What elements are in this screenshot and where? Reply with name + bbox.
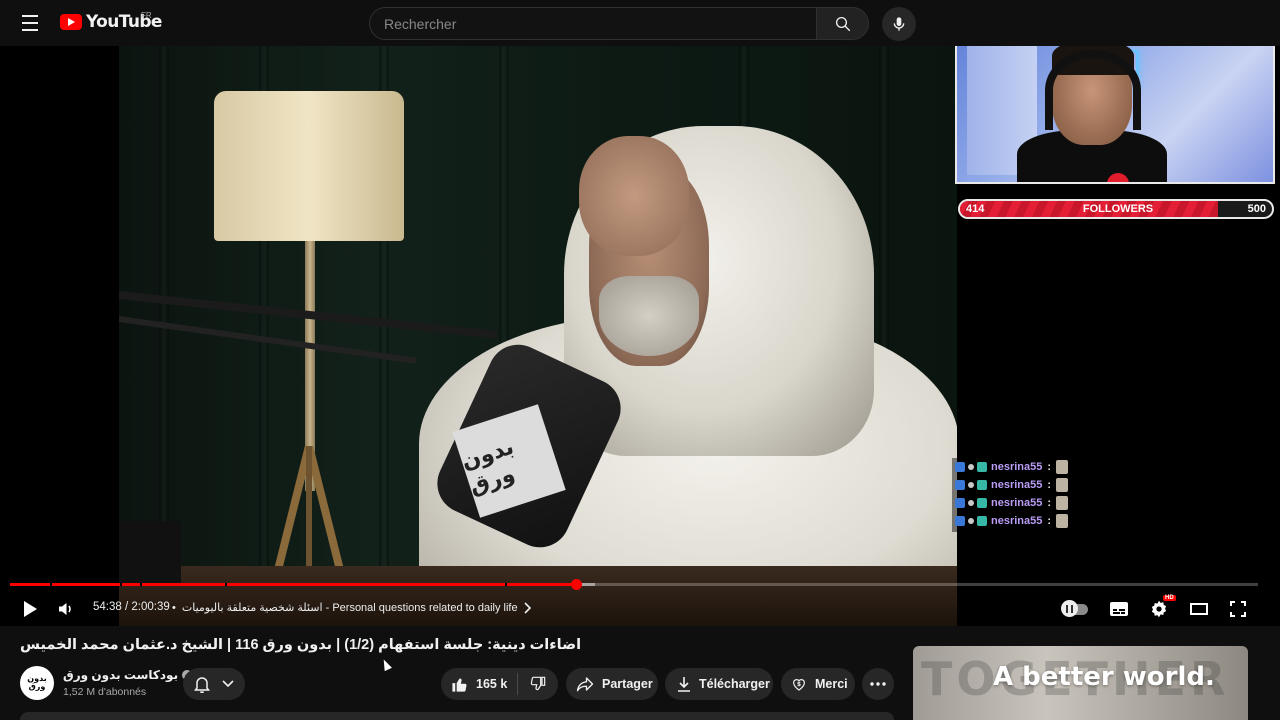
followers-label: FOLLOWERS — [1082, 203, 1154, 215]
download-label: Télécharger — [699, 677, 770, 691]
hd-badge: HD — [1163, 595, 1176, 601]
player-controls: 54:38 / 2:00:39 • اسئلة شخصية متعلقة بال… — [0, 591, 1280, 626]
chevron-right-icon — [524, 601, 531, 614]
channel-name-link[interactable]: بودكاست بدون ورق ✓ — [63, 668, 193, 682]
badge-icon — [977, 462, 987, 472]
svg-text:$: $ — [797, 681, 801, 688]
followers-goal: 500 — [1247, 203, 1266, 215]
subscription-notification-button[interactable] — [183, 668, 245, 700]
play-icon — [24, 601, 37, 617]
dislike-button[interactable] — [518, 668, 558, 700]
emote-icon — [1056, 460, 1069, 474]
like-count: 165 k — [476, 677, 508, 691]
chevron-down-icon — [222, 680, 234, 688]
description-box[interactable] — [20, 712, 894, 720]
chat-username: nesrina55 — [991, 515, 1043, 527]
subtitles-button[interactable] — [1106, 595, 1132, 623]
video-title: اضاءات دينية: جلسة استفهام (1/2) | بدون … — [20, 637, 582, 653]
badge-icon — [955, 498, 965, 508]
badge-icon — [977, 516, 987, 526]
headset-icon — [1045, 50, 1141, 130]
chat-username: nesrina55 — [991, 497, 1043, 509]
more-actions-button[interactable] — [862, 668, 894, 700]
played-bar — [10, 583, 576, 586]
masthead: YouTube FR — [0, 0, 1280, 46]
thumbs-down-icon — [530, 676, 546, 691]
country-code: FR — [141, 11, 152, 20]
chat-overlay: nesrina55 : nesrina55 : nesrina55 : nesr… — [952, 458, 1280, 532]
chat-message: nesrina55 : — [955, 513, 1069, 529]
fullscreen-icon — [1230, 601, 1246, 617]
emote-icon — [1056, 514, 1069, 528]
search-button[interactable] — [816, 7, 869, 40]
theater-mode-button[interactable] — [1186, 595, 1212, 623]
like-dislike-group: 165 k — [441, 668, 558, 700]
thanks-button[interactable]: $ Merci — [781, 668, 855, 700]
channel-avatar[interactable]: بدون ورق — [20, 666, 54, 700]
share-icon — [576, 677, 594, 692]
menu-icon[interactable] — [16, 9, 44, 37]
channel-name: بودكاست بدون ورق — [63, 668, 179, 682]
mouse-cursor-icon — [380, 657, 392, 672]
badge-icon — [955, 462, 965, 472]
dot-separator: • — [172, 601, 176, 614]
time-display: 54:38 / 2:00:39 — [93, 601, 170, 613]
gear-icon — [1151, 600, 1167, 618]
video-frame[interactable]: بدون ورق — [119, 46, 957, 626]
scrubber-handle[interactable] — [570, 579, 582, 590]
emote-icon — [1056, 478, 1069, 492]
followers-goal-bar: 414 FOLLOWERS 500 — [958, 199, 1274, 219]
volume-icon — [59, 603, 71, 615]
bell-icon — [194, 677, 210, 693]
share-button[interactable]: Partager — [566, 668, 658, 700]
chat-username: nesrina55 — [991, 479, 1043, 491]
search-input[interactable] — [369, 7, 816, 40]
subtitles-icon — [1110, 602, 1128, 616]
lamp — [214, 91, 404, 241]
download-icon — [678, 677, 690, 692]
chat-message: nesrina55 : — [955, 477, 1069, 493]
progress-bar[interactable] — [10, 579, 1258, 590]
sidebar-ad[interactable]: TOGETHER A better world. — [913, 646, 1248, 720]
subscriber-count: 1,52 M d'abonnés — [63, 686, 147, 698]
super-thanks-icon: $ — [793, 679, 805, 691]
download-button[interactable]: Télécharger — [665, 668, 773, 700]
search-box — [369, 7, 869, 40]
mute-button[interactable] — [54, 595, 78, 623]
youtube-play-icon — [60, 14, 82, 30]
fullscreen-button[interactable] — [1225, 595, 1251, 623]
chat-username: nesrina55 — [991, 461, 1043, 473]
more-horizontal-icon — [870, 682, 886, 686]
badge-icon — [955, 516, 965, 526]
chat-message: nesrina55 : — [955, 459, 1069, 475]
thumbs-up-icon — [452, 678, 467, 692]
badge-icon — [977, 480, 987, 490]
voice-search-button[interactable] — [882, 7, 916, 41]
pause-icon — [1066, 604, 1073, 613]
search-icon — [835, 16, 850, 31]
theater-icon — [1190, 603, 1208, 615]
badge-icon — [955, 480, 965, 490]
emote-icon — [1056, 496, 1069, 510]
chat-message: nesrina55 : — [955, 495, 1069, 511]
thanks-label: Merci — [815, 677, 848, 691]
microphone-icon — [893, 17, 905, 31]
like-button[interactable]: 165 k — [441, 668, 517, 700]
autoplay-knob[interactable] — [1061, 600, 1078, 617]
share-label: Partager — [602, 677, 653, 691]
badge-icon — [977, 498, 987, 508]
play-button[interactable] — [16, 595, 44, 623]
chapter-button[interactable]: • اسئلة شخصية متعلقة باليوميات - Persona… — [172, 601, 532, 614]
chapter-title: اسئلة شخصية متعلقة باليوميات - Personal … — [181, 602, 518, 614]
ad-headline: A better world. — [993, 662, 1215, 692]
